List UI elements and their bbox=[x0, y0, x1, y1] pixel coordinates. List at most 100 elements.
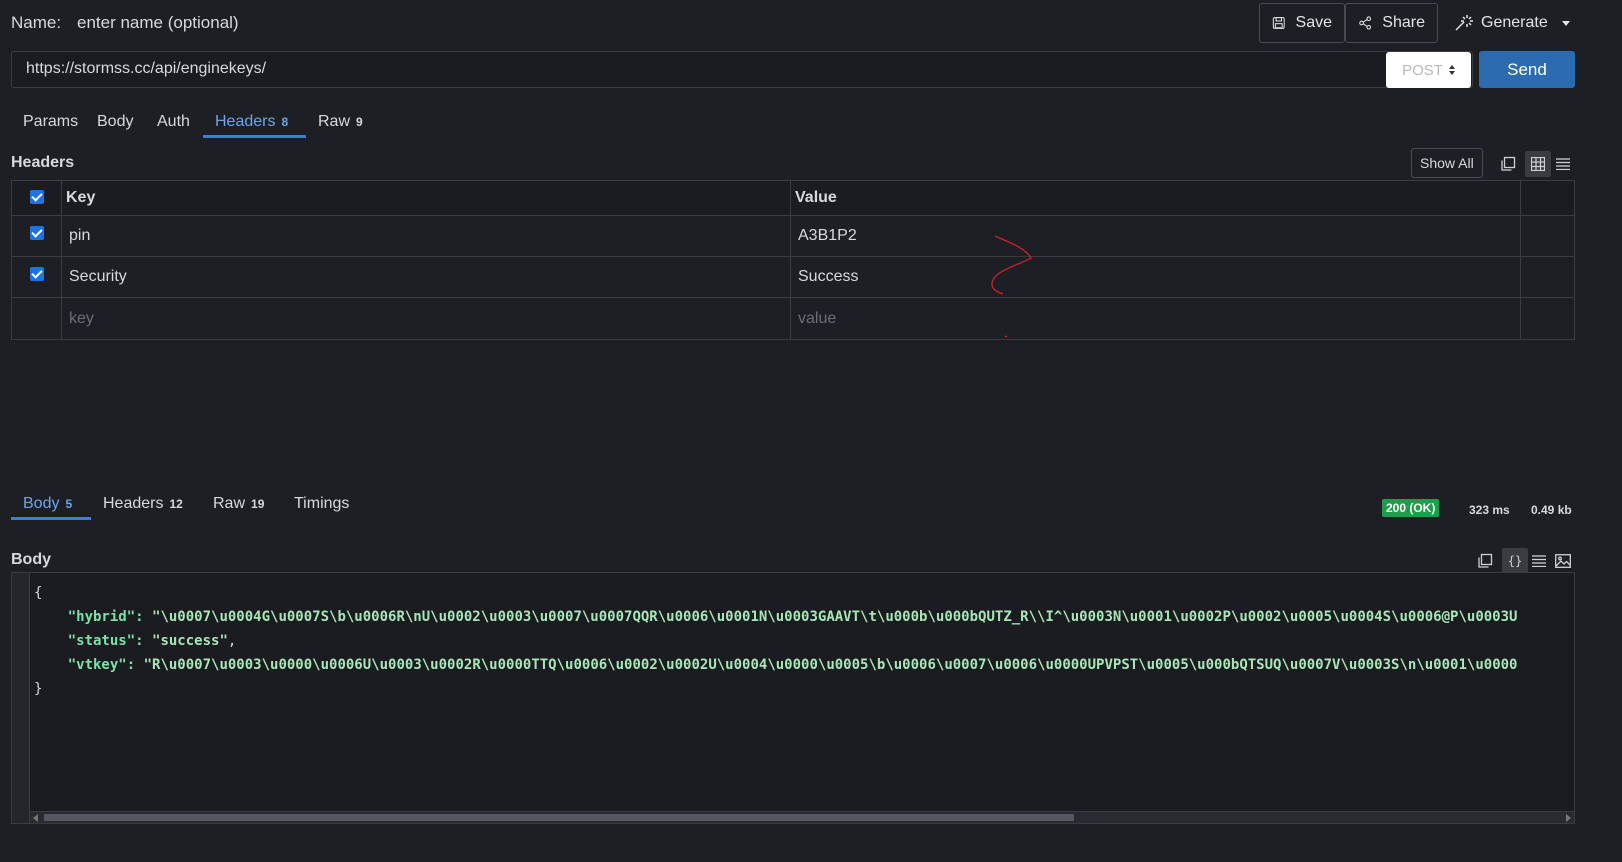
magic-wand-icon bbox=[1455, 15, 1473, 31]
new-key-input[interactable]: key bbox=[62, 298, 791, 339]
url-text: https://stormss.cc/api/enginekeys/ bbox=[26, 60, 267, 77]
save-icon bbox=[1272, 17, 1285, 29]
header-key-input[interactable]: Security bbox=[62, 257, 791, 297]
generate-dropdown[interactable]: Generate bbox=[1453, 3, 1570, 43]
row-actions bbox=[1521, 298, 1574, 339]
row-checkbox[interactable] bbox=[29, 267, 44, 281]
chevron-down-icon bbox=[1561, 20, 1570, 26]
list-icon bbox=[1532, 555, 1546, 567]
row-checkbox-cell bbox=[12, 298, 62, 339]
key-column-header: Key bbox=[62, 181, 791, 215]
tab-body[interactable]: Body bbox=[97, 113, 133, 137]
headers-title: Headers bbox=[11, 154, 75, 171]
scroll-right-icon[interactable] bbox=[1566, 814, 1571, 822]
tab-label: Headers bbox=[103, 495, 164, 512]
value-column-header: Value bbox=[791, 181, 1521, 215]
text-view-button[interactable] bbox=[1550, 151, 1576, 177]
response-size: 0.49 kb bbox=[1531, 503, 1572, 517]
row-actions bbox=[1521, 257, 1574, 297]
list-icon bbox=[1556, 158, 1570, 170]
save-button[interactable]: Save bbox=[1259, 3, 1345, 43]
method-select[interactable]: POST bbox=[1386, 52, 1471, 88]
header-key-input[interactable]: pin bbox=[62, 216, 791, 256]
response-tab-body[interactable]: Body 5 bbox=[23, 495, 72, 519]
json-value: "\u0007\u0004G\u0007S\b\u0006R\nU\u0002\… bbox=[152, 609, 1518, 625]
copy-icon bbox=[1478, 553, 1493, 568]
image-view-button[interactable] bbox=[1550, 548, 1576, 574]
method-label: POST bbox=[1402, 61, 1443, 79]
headers-table: Key Value pin A3B1P2 Security Success ke… bbox=[11, 180, 1575, 340]
scrollbar-thumb[interactable] bbox=[44, 814, 1074, 821]
json-value: "success" bbox=[152, 633, 228, 649]
new-value-input[interactable]: value bbox=[791, 298, 1521, 339]
select-all-checkbox[interactable] bbox=[29, 190, 44, 204]
tab-label: Params bbox=[23, 113, 79, 130]
text-view-button[interactable] bbox=[1526, 548, 1552, 574]
header-value-input[interactable]: Success bbox=[791, 257, 1521, 297]
copy-response-button[interactable] bbox=[1472, 548, 1498, 574]
table-view-button[interactable] bbox=[1525, 151, 1551, 177]
send-button[interactable]: Send bbox=[1479, 51, 1575, 88]
tab-headers[interactable]: Headers 8 bbox=[215, 113, 288, 137]
row-actions bbox=[1521, 216, 1574, 256]
share-icon bbox=[1359, 16, 1372, 30]
tab-label: Body bbox=[23, 495, 60, 512]
row-checkbox-cell bbox=[12, 216, 62, 256]
active-response-tab-indicator bbox=[11, 517, 91, 520]
json-key: "vtkey" bbox=[67, 657, 127, 673]
json-code: { "hybrid": "\u0007\u0004G\u0007S\b\u000… bbox=[34, 585, 1518, 697]
tab-label: Timings bbox=[294, 495, 350, 512]
scroll-left-icon[interactable] bbox=[33, 814, 38, 822]
tab-count: 19 bbox=[251, 497, 265, 511]
save-label: Save bbox=[1295, 14, 1332, 31]
tab-auth[interactable]: Auth bbox=[157, 113, 190, 137]
tab-count: 5 bbox=[65, 497, 73, 511]
json-open-brace: { bbox=[34, 585, 43, 601]
table-row: Security Success bbox=[12, 257, 1574, 298]
editor-gutter bbox=[12, 573, 30, 823]
header-value-input[interactable]: A3B1P2 bbox=[791, 216, 1521, 256]
json-value: "R\u0007\u0003\u0000\u0006U\u0003\u0002R… bbox=[143, 657, 1518, 673]
share-button[interactable]: Share bbox=[1345, 3, 1438, 43]
copy-icon bbox=[1501, 156, 1516, 171]
row-checkbox-cell bbox=[12, 257, 62, 297]
tab-label: Raw bbox=[318, 113, 351, 130]
json-view-button[interactable]: {} bbox=[1502, 548, 1528, 574]
tab-count: 9 bbox=[356, 115, 363, 129]
red-scribble-annotation bbox=[991, 235, 1032, 338]
response-tab-headers[interactable]: Headers 12 bbox=[103, 495, 183, 519]
table-header-row: Key Value bbox=[12, 181, 1574, 216]
select-all-cell bbox=[12, 181, 62, 215]
share-label: Share bbox=[1382, 14, 1425, 31]
tab-label: Body bbox=[97, 113, 134, 130]
status-badge: 200 (OK) bbox=[1382, 499, 1440, 517]
tab-params[interactable]: Params bbox=[23, 113, 78, 137]
response-time: 323 ms bbox=[1469, 503, 1510, 517]
response-tab-raw[interactable]: Raw 19 bbox=[213, 495, 264, 519]
horizontal-scrollbar[interactable] bbox=[30, 811, 1574, 823]
response-tab-timings[interactable]: Timings bbox=[294, 495, 349, 519]
select-arrows-icon bbox=[1448, 65, 1455, 75]
response-body-title: Body bbox=[11, 551, 51, 568]
tab-count: 8 bbox=[281, 115, 289, 129]
braces-icon: {} bbox=[1507, 554, 1523, 568]
json-close-brace: } bbox=[34, 681, 43, 697]
table-row: pin A3B1P2 bbox=[12, 216, 1574, 257]
row-checkbox[interactable] bbox=[29, 226, 44, 240]
generate-label: Generate bbox=[1481, 14, 1548, 31]
response-body-editor[interactable]: { "hybrid": "\u0007\u0004G\u0007S\b\u000… bbox=[11, 572, 1575, 824]
name-label: Name: bbox=[11, 13, 62, 32]
tab-count: 12 bbox=[169, 497, 183, 511]
table-row-new: key value bbox=[12, 298, 1574, 339]
grid-icon bbox=[1531, 157, 1545, 171]
request-name-input[interactable]: enter name (optional) bbox=[77, 13, 239, 33]
tab-label: Headers bbox=[215, 113, 276, 130]
tab-label: Auth bbox=[157, 113, 190, 130]
json-key: "status" bbox=[67, 633, 136, 649]
show-all-button[interactable]: Show All bbox=[1411, 148, 1483, 178]
copy-button[interactable] bbox=[1495, 151, 1521, 177]
actions-column-header bbox=[1521, 181, 1574, 215]
image-icon bbox=[1555, 554, 1571, 568]
active-tab-indicator bbox=[203, 135, 306, 138]
tab-raw[interactable]: Raw 9 bbox=[318, 113, 363, 137]
